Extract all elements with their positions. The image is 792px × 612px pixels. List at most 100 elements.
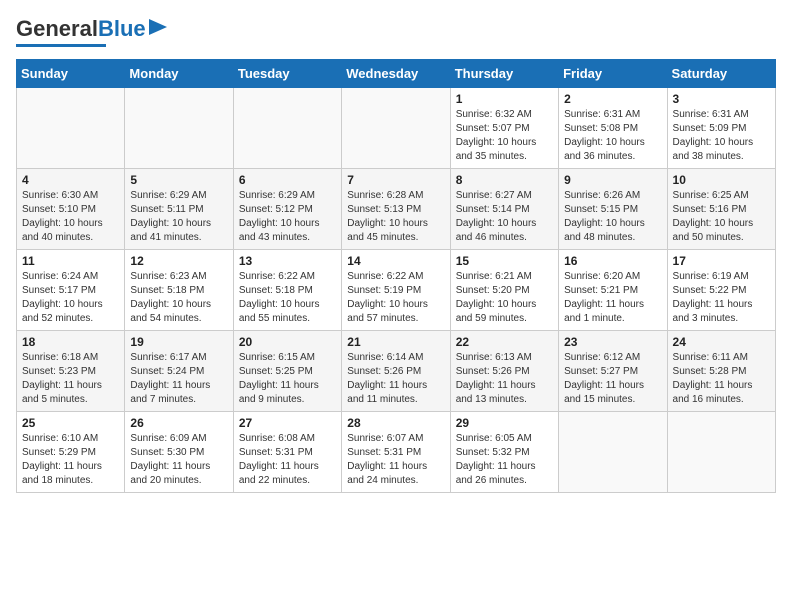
calendar-week-row: 1 Sunrise: 6:32 AM Sunset: 5:07 PM Daylig… <box>17 88 776 169</box>
day-number: 8 <box>456 173 553 187</box>
day-number: 24 <box>673 335 770 349</box>
calendar-week-row: 4Sunrise: 6:30 AM Sunset: 5:10 PM Daylig… <box>17 169 776 250</box>
logo-underline <box>16 44 106 47</box>
day-number: 21 <box>347 335 444 349</box>
day-info: Sunrise: 6:11 AM Sunset: 5:28 PM Dayligh… <box>673 351 770 407</box>
calendar-day-cell: 28 Sunrise: 6:07 AM Sunset: 5:31 PM Dayli… <box>342 412 450 493</box>
day-info: Sunrise: 6:32 AM Sunset: 5:07 PM Dayligh… <box>456 108 553 164</box>
calendar-day-cell: 15 Sunrise: 6:21 AM Sunset: 5:20 PM Dayli… <box>450 250 558 331</box>
calendar-day-cell: 20 Sunrise: 6:15 AM Sunset: 5:25 PM Dayli… <box>233 331 341 412</box>
calendar-day-cell: 1 Sunrise: 6:32 AM Sunset: 5:07 PM Daylig… <box>450 88 558 169</box>
day-info: Sunrise: 6:13 AM Sunset: 5:26 PM Dayligh… <box>456 351 553 407</box>
day-number: 17 <box>673 254 770 268</box>
calendar-day-cell: 17 Sunrise: 6:19 AM Sunset: 5:22 PM Dayli… <box>667 250 775 331</box>
calendar-day-cell: 23 Sunrise: 6:12 AM Sunset: 5:27 PM Dayli… <box>559 331 667 412</box>
calendar-day-cell: 10 Sunrise: 6:25 AM Sunset: 5:16 PM Dayli… <box>667 169 775 250</box>
day-info: Sunrise: 6:14 AM Sunset: 5:26 PM Dayligh… <box>347 351 444 407</box>
day-number: 14 <box>347 254 444 268</box>
calendar-day-cell: 9 Sunrise: 6:26 AM Sunset: 5:15 PM Daylig… <box>559 169 667 250</box>
day-number: 22 <box>456 335 553 349</box>
calendar-day-cell: 14 Sunrise: 6:22 AM Sunset: 5:19 PM Dayli… <box>342 250 450 331</box>
day-number: 23 <box>564 335 661 349</box>
day-info: Sunrise: 6:31 AM Sunset: 5:08 PM Dayligh… <box>564 108 661 164</box>
calendar-day-cell <box>125 88 233 169</box>
day-number: 20 <box>239 335 336 349</box>
day-info: Sunrise: 6:27 AM Sunset: 5:14 PM Dayligh… <box>456 189 553 245</box>
day-number: 3 <box>673 92 770 106</box>
day-number: 16 <box>564 254 661 268</box>
day-number: 2 <box>564 92 661 106</box>
day-info: Sunrise: 6:18 AM Sunset: 5:23 PM Dayligh… <box>22 351 119 407</box>
day-info: Sunrise: 6:21 AM Sunset: 5:20 PM Dayligh… <box>456 270 553 326</box>
calendar-body: 1 Sunrise: 6:32 AM Sunset: 5:07 PM Daylig… <box>17 88 776 493</box>
calendar-day-cell: 18 Sunrise: 6:18 AM Sunset: 5:23 PM Dayli… <box>17 331 125 412</box>
calendar-week-row: 11 Sunrise: 6:24 AM Sunset: 5:17 PM Dayli… <box>17 250 776 331</box>
logo: GeneralBlue <box>16 16 167 47</box>
calendar-header-cell: Thursday <box>450 60 558 88</box>
day-info: Sunrise: 6:22 AM Sunset: 5:19 PM Dayligh… <box>347 270 444 326</box>
calendar-day-cell: 21 Sunrise: 6:14 AM Sunset: 5:26 PM Dayli… <box>342 331 450 412</box>
day-number: 27 <box>239 416 336 430</box>
day-number: 19 <box>130 335 227 349</box>
calendar-week-row: 25 Sunrise: 6:10 AM Sunset: 5:29 PM Dayli… <box>17 412 776 493</box>
day-number: 28 <box>347 416 444 430</box>
day-info: Sunrise: 6:24 AM Sunset: 5:17 PM Dayligh… <box>22 270 119 326</box>
calendar-header-cell: Friday <box>559 60 667 88</box>
calendar-day-cell: 24 Sunrise: 6:11 AM Sunset: 5:28 PM Dayli… <box>667 331 775 412</box>
calendar-day-cell: 5 Sunrise: 6:29 AM Sunset: 5:11 PM Daylig… <box>125 169 233 250</box>
day-info: Sunrise: 6:28 AM Sunset: 5:13 PM Dayligh… <box>347 189 444 245</box>
page-header: GeneralBlue <box>16 16 776 47</box>
day-info: Sunrise: 6:26 AM Sunset: 5:15 PM Dayligh… <box>564 189 661 245</box>
logo-arrow-icon <box>149 19 167 35</box>
calendar-day-cell: 12Sunrise: 6:23 AM Sunset: 5:18 PM Dayli… <box>125 250 233 331</box>
day-number: 5 <box>130 173 227 187</box>
day-number: 9 <box>564 173 661 187</box>
day-number: 18 <box>22 335 119 349</box>
day-info: Sunrise: 6:05 AM Sunset: 5:32 PM Dayligh… <box>456 432 553 488</box>
calendar-day-cell: 29 Sunrise: 6:05 AM Sunset: 5:32 PM Dayli… <box>450 412 558 493</box>
calendar-day-cell: 19Sunrise: 6:17 AM Sunset: 5:24 PM Dayli… <box>125 331 233 412</box>
day-info: Sunrise: 6:29 AM Sunset: 5:12 PM Dayligh… <box>239 189 336 245</box>
day-number: 25 <box>22 416 119 430</box>
calendar-header-cell: Wednesday <box>342 60 450 88</box>
calendar-day-cell <box>559 412 667 493</box>
day-info: Sunrise: 6:19 AM Sunset: 5:22 PM Dayligh… <box>673 270 770 326</box>
calendar-day-cell: 26Sunrise: 6:09 AM Sunset: 5:30 PM Dayli… <box>125 412 233 493</box>
calendar-day-cell: 7 Sunrise: 6:28 AM Sunset: 5:13 PM Daylig… <box>342 169 450 250</box>
calendar-header-cell: Monday <box>125 60 233 88</box>
calendar-day-cell: 2 Sunrise: 6:31 AM Sunset: 5:08 PM Daylig… <box>559 88 667 169</box>
calendar-table: SundayMondayTuesdayWednesdayThursdayFrid… <box>16 59 776 493</box>
day-number: 1 <box>456 92 553 106</box>
calendar-header-row: SundayMondayTuesdayWednesdayThursdayFrid… <box>17 60 776 88</box>
day-info: Sunrise: 6:23 AM Sunset: 5:18 PM Dayligh… <box>130 270 227 326</box>
calendar-header-cell: Tuesday <box>233 60 341 88</box>
day-number: 10 <box>673 173 770 187</box>
calendar-day-cell: 13Sunrise: 6:22 AM Sunset: 5:18 PM Dayli… <box>233 250 341 331</box>
calendar-day-cell: 6 Sunrise: 6:29 AM Sunset: 5:12 PM Daylig… <box>233 169 341 250</box>
calendar-day-cell: 25 Sunrise: 6:10 AM Sunset: 5:29 PM Dayli… <box>17 412 125 493</box>
day-info: Sunrise: 6:08 AM Sunset: 5:31 PM Dayligh… <box>239 432 336 488</box>
calendar-header-cell: Sunday <box>17 60 125 88</box>
day-number: 6 <box>239 173 336 187</box>
day-number: 13 <box>239 254 336 268</box>
calendar-day-cell: 16 Sunrise: 6:20 AM Sunset: 5:21 PM Dayli… <box>559 250 667 331</box>
day-info: Sunrise: 6:20 AM Sunset: 5:21 PM Dayligh… <box>564 270 661 326</box>
day-number: 7 <box>347 173 444 187</box>
day-info: Sunrise: 6:25 AM Sunset: 5:16 PM Dayligh… <box>673 189 770 245</box>
calendar-day-cell <box>667 412 775 493</box>
calendar-header-cell: Saturday <box>667 60 775 88</box>
calendar-day-cell: 27 Sunrise: 6:08 AM Sunset: 5:31 PM Dayli… <box>233 412 341 493</box>
calendar-day-cell <box>342 88 450 169</box>
day-info: Sunrise: 6:07 AM Sunset: 5:31 PM Dayligh… <box>347 432 444 488</box>
day-info: Sunrise: 6:12 AM Sunset: 5:27 PM Dayligh… <box>564 351 661 407</box>
day-info: Sunrise: 6:29 AM Sunset: 5:11 PM Dayligh… <box>130 189 227 245</box>
day-info: Sunrise: 6:09 AM Sunset: 5:30 PM Dayligh… <box>130 432 227 488</box>
day-info: Sunrise: 6:30 AM Sunset: 5:10 PM Dayligh… <box>22 189 119 245</box>
day-number: 15 <box>456 254 553 268</box>
day-info: Sunrise: 6:10 AM Sunset: 5:29 PM Dayligh… <box>22 432 119 488</box>
day-number: 11 <box>22 254 119 268</box>
calendar-day-cell: 4Sunrise: 6:30 AM Sunset: 5:10 PM Daylig… <box>17 169 125 250</box>
day-info: Sunrise: 6:15 AM Sunset: 5:25 PM Dayligh… <box>239 351 336 407</box>
day-number: 29 <box>456 416 553 430</box>
calendar-day-cell: 8 Sunrise: 6:27 AM Sunset: 5:14 PM Daylig… <box>450 169 558 250</box>
